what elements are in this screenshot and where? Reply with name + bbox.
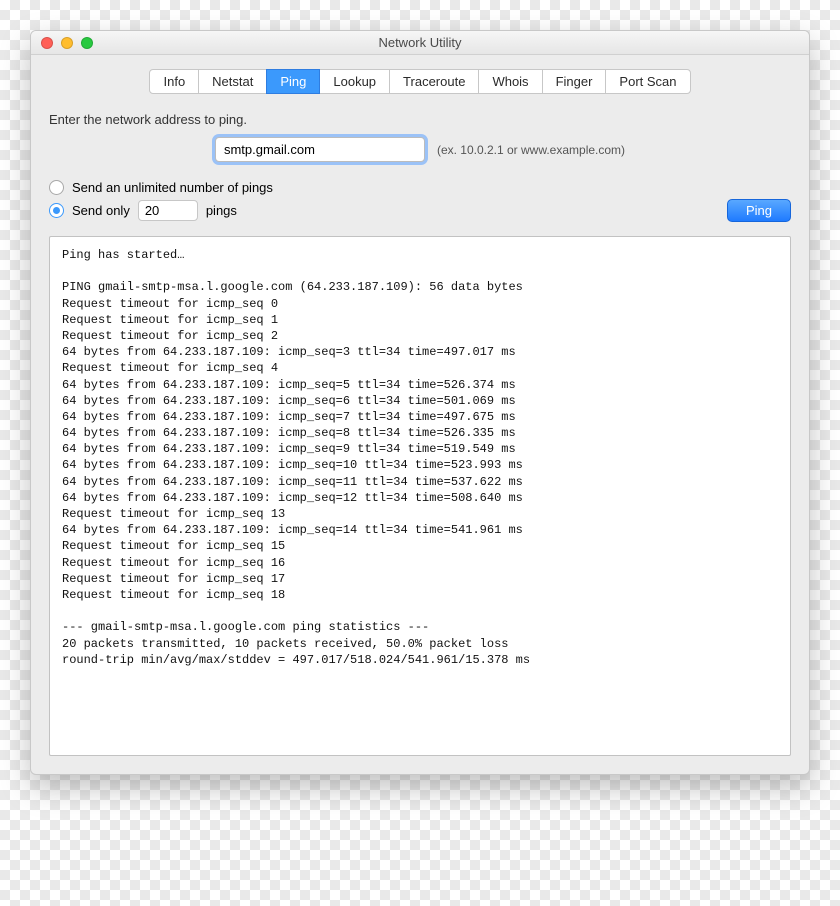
tab-bar: Info Netstat Ping Lookup Traceroute Whoi… [49,69,791,94]
tab-lookup[interactable]: Lookup [319,69,390,94]
tab-whois[interactable]: Whois [478,69,542,94]
tab-netstat[interactable]: Netstat [198,69,267,94]
titlebar: Network Utility [31,31,809,55]
radio-send-only[interactable] [49,203,64,218]
tab-ping[interactable]: Ping [266,69,320,94]
tab-finger[interactable]: Finger [542,69,607,94]
content-area: Info Netstat Ping Lookup Traceroute Whoi… [31,55,809,774]
prompt-label: Enter the network address to ping. [49,112,791,127]
window-title: Network Utility [31,35,809,50]
minimize-icon[interactable] [61,37,73,49]
tab-traceroute[interactable]: Traceroute [389,69,479,94]
tab-port-scan[interactable]: Port Scan [605,69,690,94]
radio-unlimited-label: Send an unlimited number of pings [72,180,273,195]
ping-button[interactable]: Ping [727,199,791,222]
traffic-lights [31,37,93,49]
radio-send-only-suffix: pings [206,203,237,218]
network-utility-window: Network Utility Info Netstat Ping Lookup… [30,30,810,775]
address-hint: (ex. 10.0.2.1 or www.example.com) [437,143,625,157]
address-row: (ex. 10.0.2.1 or www.example.com) [49,137,791,162]
close-icon[interactable] [41,37,53,49]
ping-options: Send an unlimited number of pings Send o… [49,180,791,222]
ping-output[interactable]: Ping has started… PING gmail-smtp-msa.l.… [49,236,791,756]
radio-unlimited[interactable] [49,180,64,195]
address-input[interactable] [215,137,425,162]
ping-count-input[interactable] [138,200,198,221]
tab-info[interactable]: Info [149,69,199,94]
maximize-icon[interactable] [81,37,93,49]
radio-send-only-prefix: Send only [72,203,130,218]
